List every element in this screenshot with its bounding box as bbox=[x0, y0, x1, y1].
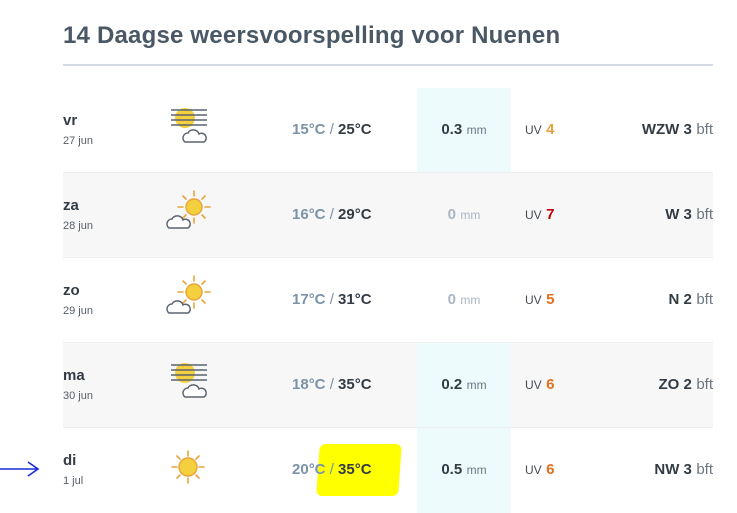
title-divider bbox=[63, 64, 713, 66]
precipitation: 0.3 mm bbox=[441, 121, 487, 138]
uv-index: UV 4 bbox=[525, 121, 555, 138]
annotation-arrow-icon bbox=[0, 461, 40, 477]
forecast-row[interactable]: zo 29 jun 17°C / 31°C 0 mm UV 5 N 2 bft bbox=[0, 258, 737, 343]
temperature: 16°C / 29°C bbox=[292, 206, 372, 223]
temp-max: 35°C bbox=[338, 461, 372, 478]
uv-index: UV 5 bbox=[525, 291, 555, 308]
sun-cloud-icon bbox=[166, 190, 211, 229]
precipitation: 0 mm bbox=[447, 206, 481, 223]
uv-index: UV 6 bbox=[525, 461, 555, 478]
day-date: 1 jul bbox=[63, 475, 84, 487]
sun-cloud-icon bbox=[166, 275, 211, 314]
haze-cloud-icon bbox=[171, 363, 207, 398]
day-name: ma bbox=[63, 367, 85, 384]
row-background bbox=[63, 343, 713, 428]
uv-index: UV 7 bbox=[525, 206, 555, 223]
temperature: 18°C / 35°C bbox=[292, 376, 372, 393]
temperature: 20°C / 35°C bbox=[292, 461, 372, 478]
temp-max: 31°C bbox=[338, 291, 372, 308]
day-name: vr bbox=[63, 112, 78, 129]
temp-min: 20°C bbox=[292, 461, 326, 478]
day-date: 29 jun bbox=[63, 305, 93, 317]
forecast-row[interactable]: ma 30 jun 18°C / 35°C 0.2 mm UV 6 ZO 2 b… bbox=[0, 343, 737, 428]
precipitation: 0 mm bbox=[447, 291, 481, 308]
wind: NW 3 bft bbox=[654, 461, 713, 478]
precipitation: 0.5 mm bbox=[441, 461, 487, 478]
temp-min: 18°C bbox=[292, 376, 326, 393]
temp-min: 17°C bbox=[292, 291, 326, 308]
day-name: zo bbox=[63, 282, 80, 299]
sun-icon bbox=[171, 450, 205, 484]
haze-cloud-icon bbox=[171, 108, 207, 143]
row-background bbox=[63, 258, 713, 343]
forecast-list: vr 27 jun 15°C / 25°C 0.3 mm UV 4 WZW 3 … bbox=[0, 88, 737, 513]
precipitation: 0.2 mm bbox=[441, 376, 487, 393]
day-date: 27 jun bbox=[63, 135, 93, 147]
temp-max: 25°C bbox=[338, 121, 372, 138]
temp-min: 15°C bbox=[292, 121, 326, 138]
temp-max: 35°C bbox=[338, 376, 372, 393]
wind: W 3 bft bbox=[665, 206, 713, 223]
row-background bbox=[63, 173, 713, 258]
wind: ZO 2 bft bbox=[658, 376, 713, 393]
uv-index: UV 6 bbox=[525, 376, 555, 393]
page-title: 14 Daagse weersvoorspelling voor Nuenen bbox=[63, 22, 561, 49]
wind: WZW 3 bft bbox=[641, 121, 713, 138]
forecast-row[interactable]: di 1 jul 20°C / 35°C 0.5 mm UV 6 NW 3 bf… bbox=[0, 428, 737, 513]
forecast-row[interactable]: za 28 jun 16°C / 29°C 0 mm UV 7 W 3 bft bbox=[0, 173, 737, 258]
row-background bbox=[63, 88, 713, 173]
day-name: di bbox=[63, 452, 77, 469]
temperature: 17°C / 31°C bbox=[292, 291, 372, 308]
temp-max: 29°C bbox=[338, 206, 372, 223]
temperature: 15°C / 25°C bbox=[292, 121, 372, 138]
wind: N 2 bft bbox=[668, 291, 713, 308]
day-date: 30 jun bbox=[63, 390, 93, 402]
day-date: 28 jun bbox=[63, 220, 93, 232]
temp-min: 16°C bbox=[292, 206, 326, 223]
forecast-row[interactable]: vr 27 jun 15°C / 25°C 0.3 mm UV 4 WZW 3 … bbox=[0, 88, 737, 173]
day-name: za bbox=[63, 197, 79, 214]
